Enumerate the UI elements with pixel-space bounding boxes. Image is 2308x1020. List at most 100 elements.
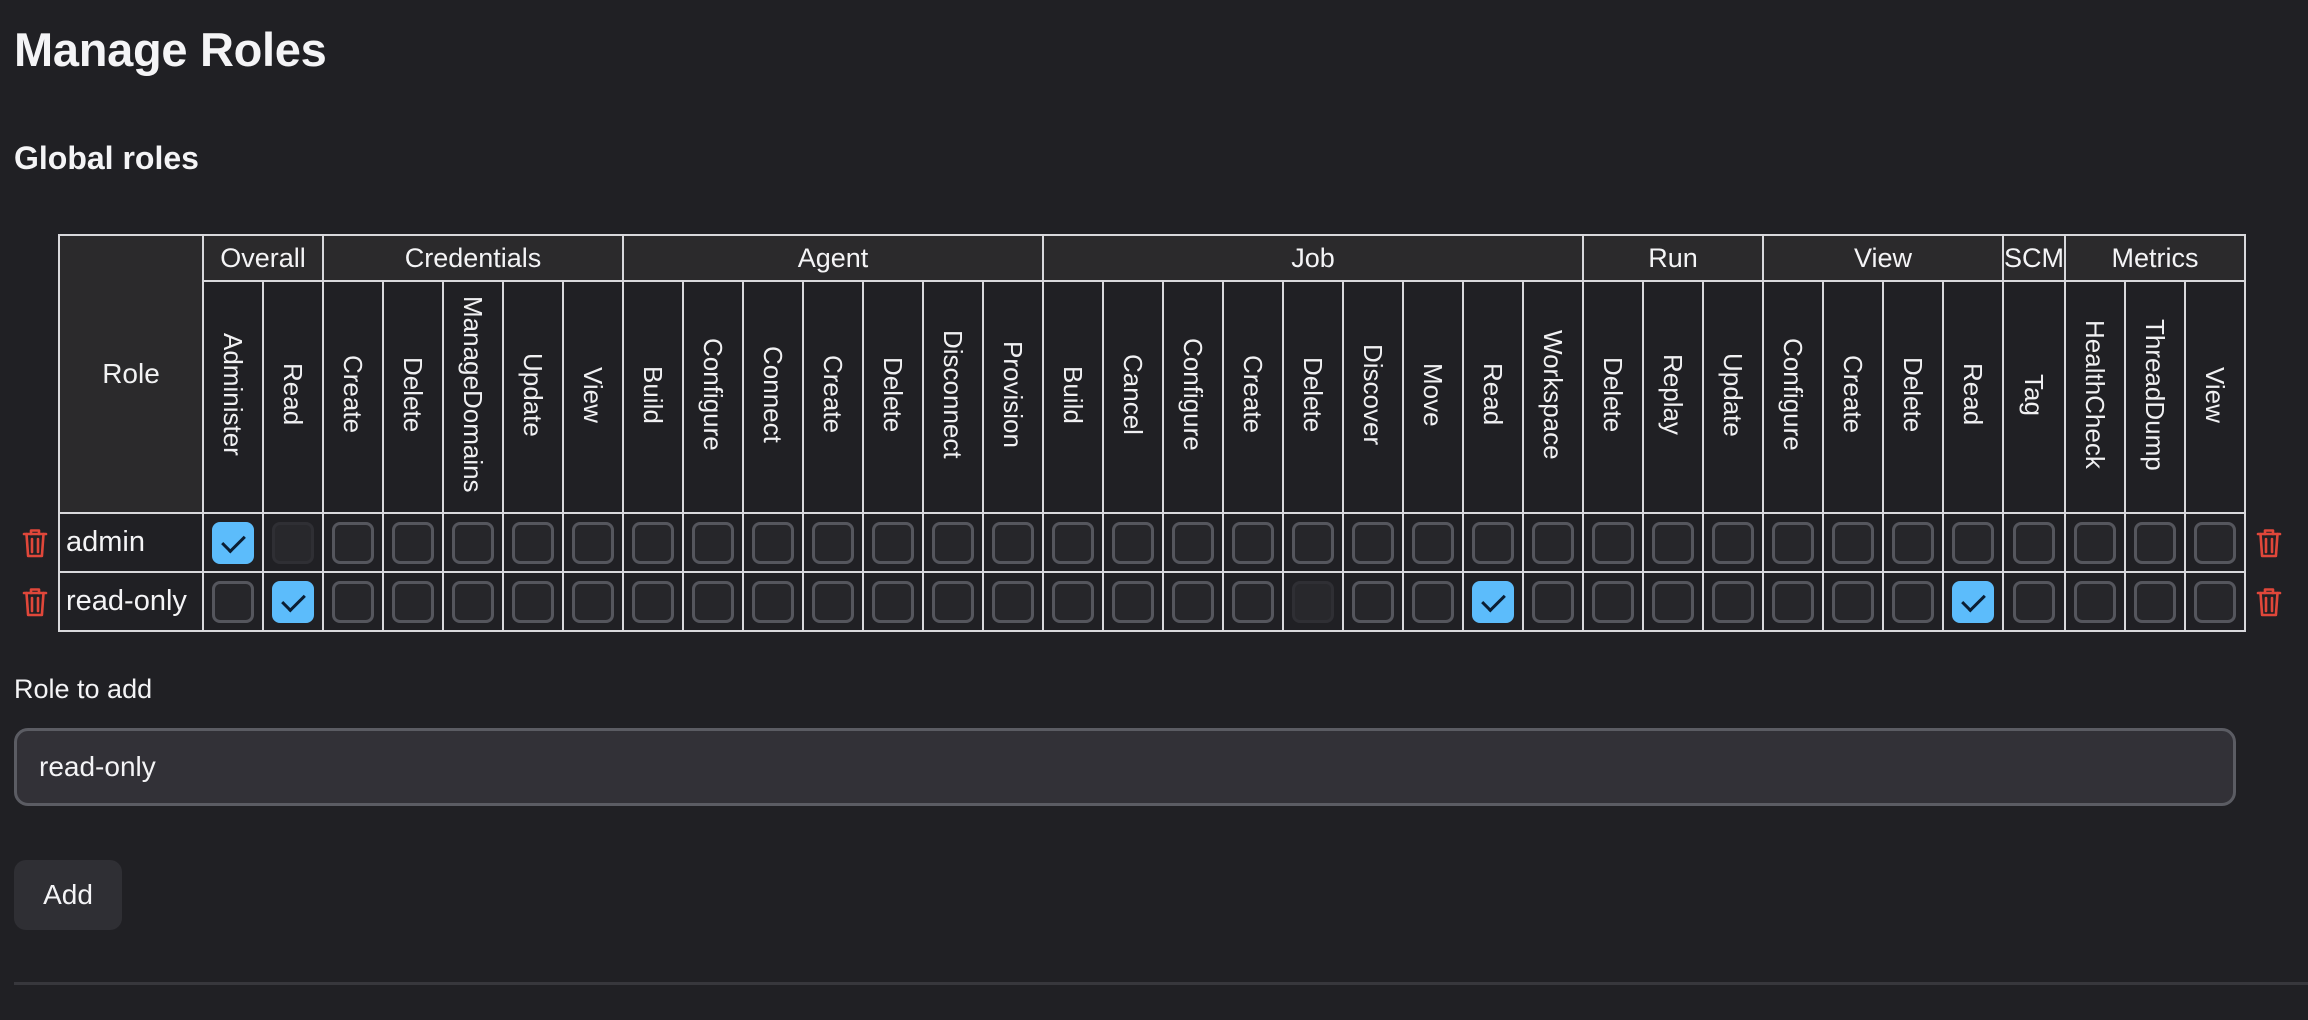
permission-header-agent-delete: Delete [862,280,924,514]
permission-checkbox-job-create[interactable] [1232,580,1274,623]
permission-checkbox-job-move[interactable] [1412,521,1454,564]
permission-label: Delete [1598,356,1628,433]
permission-checkbox-job-discover[interactable] [1352,580,1394,623]
permission-label: Read [1958,363,1988,426]
permission-checkbox-agent-connect[interactable] [752,521,794,564]
trash-icon[interactable] [22,527,48,559]
add-role-button[interactable]: Add [14,860,122,930]
permission-checkbox-metrics-threaddump[interactable] [2134,521,2176,564]
permission-checkbox-view-configure[interactable] [1772,521,1814,564]
permission-checkbox-run-update[interactable] [1712,580,1754,623]
permission-checkbox-metrics-healthcheck[interactable] [2074,521,2116,564]
permission-cell [922,571,984,632]
permission-checkbox-view-read[interactable] [1952,580,1994,623]
permission-checkbox-credentials-managedomains[interactable] [452,521,494,564]
permission-checkbox-job-build[interactable] [1052,521,1094,564]
permission-checkbox-job-cancel[interactable] [1112,580,1154,623]
permission-checkbox-view-delete[interactable] [1892,521,1934,564]
permission-header-job-workspace: Workspace [1522,280,1584,514]
permission-group-scm: SCM [2002,234,2066,282]
permission-header-credentials-update: Update [502,280,564,514]
permission-checkbox-agent-provision[interactable] [992,521,1034,564]
permission-checkbox-credentials-update[interactable] [512,521,554,564]
permission-checkbox-view-create[interactable] [1832,580,1874,623]
permission-checkbox-agent-delete[interactable] [872,521,914,564]
permission-checkbox-agent-configure[interactable] [692,521,734,564]
permission-checkbox-job-configure[interactable] [1172,521,1214,564]
permission-label: Move [1418,362,1448,427]
permission-checkbox-view-read[interactable] [1952,521,1994,564]
permission-checkbox-job-read[interactable] [1472,580,1514,623]
permission-checkbox-job-workspace[interactable] [1532,580,1574,623]
permission-checkbox-agent-disconnect[interactable] [932,521,974,564]
permission-group-credentials: Credentials [322,234,624,282]
permission-checkbox-agent-configure[interactable] [692,580,734,623]
permission-checkbox-metrics-healthcheck[interactable] [2074,580,2116,623]
permission-checkbox-metrics-threaddump[interactable] [2134,580,2176,623]
permission-cell [1162,512,1224,573]
permission-checkbox-agent-disconnect[interactable] [932,580,974,623]
permission-checkbox-credentials-managedomains[interactable] [452,580,494,623]
permission-checkbox-job-delete[interactable] [1292,580,1334,623]
permission-checkbox-credentials-delete[interactable] [392,521,434,564]
permission-checkbox-agent-create[interactable] [812,580,854,623]
permission-checkbox-job-delete[interactable] [1292,521,1334,564]
permission-checkbox-job-workspace[interactable] [1532,521,1574,564]
permission-checkbox-agent-create[interactable] [812,521,854,564]
permission-checkbox-scm-tag[interactable] [2013,521,2055,564]
permission-checkbox-metrics-view[interactable] [2194,580,2236,623]
permission-checkbox-run-replay[interactable] [1652,521,1694,564]
permission-cell [2064,571,2126,632]
permission-checkbox-job-move[interactable] [1412,580,1454,623]
permission-checkbox-agent-delete[interactable] [872,580,914,623]
permission-cell [2124,512,2186,573]
permission-header-agent-create: Create [802,280,864,514]
permission-checkbox-job-configure[interactable] [1172,580,1214,623]
permission-checkbox-overall-administer[interactable] [212,521,254,564]
trash-icon[interactable] [2256,527,2282,559]
permission-checkbox-agent-build[interactable] [632,521,674,564]
permission-checkbox-credentials-view[interactable] [572,580,614,623]
permission-checkbox-job-cancel[interactable] [1112,521,1154,564]
permission-checkbox-agent-provision[interactable] [992,580,1034,623]
trash-icon[interactable] [2256,586,2282,618]
permission-checkbox-credentials-update[interactable] [512,580,554,623]
permission-checkbox-run-delete[interactable] [1592,521,1634,564]
permission-checkbox-run-delete[interactable] [1592,580,1634,623]
permission-checkbox-agent-build[interactable] [632,580,674,623]
permission-label: View [2200,366,2230,423]
permission-header-job-cancel: Cancel [1102,280,1164,514]
permission-checkbox-overall-read[interactable] [272,580,314,623]
permission-checkbox-metrics-view[interactable] [2194,521,2236,564]
permission-checkbox-overall-administer[interactable] [212,580,254,623]
permission-checkbox-credentials-view[interactable] [572,521,614,564]
permission-checkbox-job-read[interactable] [1472,521,1514,564]
permission-checkbox-job-build[interactable] [1052,580,1094,623]
permission-checkbox-view-delete[interactable] [1892,580,1934,623]
permission-checkbox-credentials-delete[interactable] [392,580,434,623]
permission-checkbox-credentials-create[interactable] [332,521,374,564]
permission-checkbox-job-discover[interactable] [1352,521,1394,564]
trash-icon[interactable] [22,586,48,618]
permission-label: Configure [1778,338,1808,451]
permission-checkbox-view-create[interactable] [1832,521,1874,564]
role-to-add-label: Role to add [14,674,153,704]
permission-checkbox-agent-connect[interactable] [752,580,794,623]
permission-cell [262,571,324,632]
permission-checkbox-run-update[interactable] [1712,521,1754,564]
permission-header-agent-provision: Provision [982,280,1044,514]
permission-header-agent-connect: Connect [742,280,804,514]
permission-checkbox-view-configure[interactable] [1772,580,1814,623]
permission-cell [1822,571,1884,632]
permission-checkbox-scm-tag[interactable] [2013,580,2055,623]
permission-checkbox-run-replay[interactable] [1652,580,1694,623]
permission-header-credentials-create: Create [322,280,384,514]
permission-header-agent-disconnect: Disconnect [922,280,984,514]
permission-checkbox-credentials-create[interactable] [332,580,374,623]
permission-cell [262,512,324,573]
permission-cell [742,512,804,573]
role-to-add-input[interactable] [14,728,2236,806]
permission-cell [382,512,444,573]
permission-checkbox-overall-read[interactable] [272,521,314,564]
permission-checkbox-job-create[interactable] [1232,521,1274,564]
